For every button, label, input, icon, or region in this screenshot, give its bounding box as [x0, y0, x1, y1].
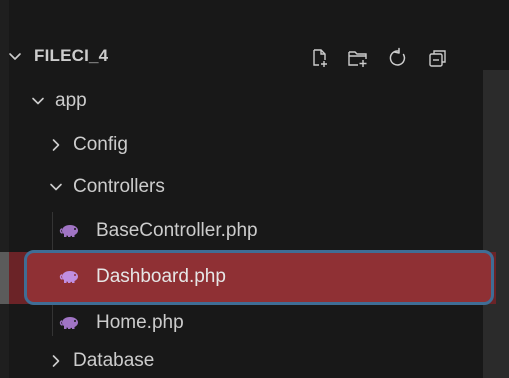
explorer-panel: FILECI_4 app Config Controllers BaseCont… — [0, 0, 509, 378]
chevron-right-icon[interactable] — [48, 353, 64, 369]
chevron-right-icon[interactable] — [48, 137, 64, 153]
tree-item-label: Dashboard.php — [96, 266, 226, 287]
new-folder-button[interactable] — [344, 44, 372, 72]
chevron-down-icon[interactable] — [30, 93, 46, 109]
tree-item-label: Controllers — [73, 176, 165, 197]
tree-item-label: Database — [73, 350, 155, 371]
refresh-button[interactable] — [384, 44, 412, 72]
tree-item-label: Home.php — [96, 312, 184, 333]
refresh-icon[interactable] — [387, 47, 409, 69]
collapse-all-button[interactable] — [424, 44, 452, 72]
explorer-root-title[interactable]: FILECI_4 — [34, 46, 108, 66]
tree-item-controllers[interactable]: Controllers — [0, 168, 483, 206]
tree-item-home[interactable]: Home.php — [0, 304, 483, 342]
explorer-section-header[interactable]: FILECI_4 — [0, 34, 509, 78]
tree-item-basecontroller[interactable]: BaseController.php — [0, 212, 483, 250]
php-file-icon — [59, 317, 78, 329]
tree-item-label: BaseController.php — [96, 220, 258, 241]
explorer-toolbar — [306, 44, 496, 72]
tree-item-label: Config — [73, 134, 128, 155]
tree-item-label: app — [55, 90, 87, 111]
tree-item-database[interactable]: Database — [0, 342, 483, 378]
new-file-icon[interactable] — [309, 47, 331, 69]
php-file-icon — [59, 271, 78, 283]
php-file-icon — [59, 225, 78, 237]
chevron-down-icon[interactable] — [8, 50, 22, 64]
tree-item-dashboard[interactable]: Dashboard.php — [0, 252, 483, 304]
tree-item-config[interactable]: Config — [0, 126, 483, 164]
new-folder-icon[interactable] — [346, 47, 370, 69]
chevron-down-icon[interactable] — [48, 179, 64, 195]
new-file-button[interactable] — [306, 44, 334, 72]
collapse-all-icon[interactable] — [427, 47, 449, 69]
tree-item-app[interactable]: app — [0, 82, 483, 120]
scrollbar-thumb[interactable] — [483, 70, 509, 378]
